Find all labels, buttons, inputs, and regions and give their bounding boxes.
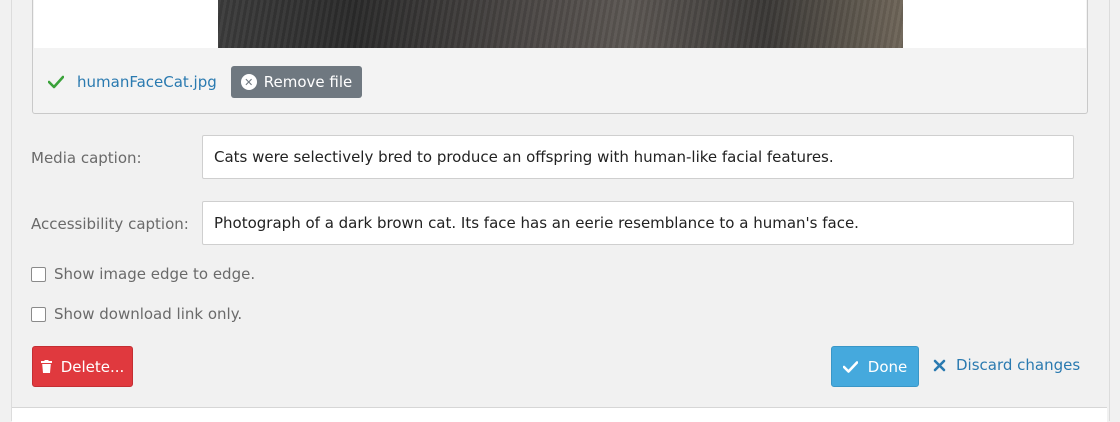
download-only-option[interactable]: Show download link only. bbox=[31, 305, 242, 323]
delete-button[interactable]: Delete... bbox=[32, 346, 133, 387]
remove-file-label: Remove file bbox=[263, 73, 353, 91]
discard-changes-link[interactable]: Discard changes bbox=[933, 356, 1080, 374]
edge-to-edge-option[interactable]: Show image edge to edge. bbox=[31, 265, 255, 283]
edge-to-edge-label: Show image edge to edge. bbox=[54, 265, 256, 283]
done-label: Done bbox=[867, 357, 908, 376]
check-icon bbox=[842, 360, 858, 373]
next-panel-edge bbox=[12, 407, 1107, 422]
image-preview-area bbox=[34, 0, 1086, 48]
media-caption-input[interactable]: Cats were selectively bred to produce an… bbox=[202, 135, 1074, 179]
trash-icon bbox=[40, 360, 52, 373]
file-name-link[interactable]: humanFaceCat.jpg bbox=[77, 73, 217, 91]
download-only-checkbox[interactable] bbox=[31, 306, 46, 322]
download-only-label: Show download link only. bbox=[54, 305, 243, 323]
image-preview bbox=[218, 0, 903, 48]
delete-label: Delete... bbox=[60, 357, 125, 376]
close-icon bbox=[933, 359, 946, 372]
uploaded-file-row: humanFaceCat.jpg ✕ Remove file bbox=[47, 66, 363, 98]
media-caption-label: Media caption: bbox=[31, 149, 142, 167]
done-button[interactable]: Done bbox=[831, 346, 919, 387]
remove-file-button[interactable]: ✕ Remove file bbox=[230, 66, 363, 98]
accessibility-caption-label: Accessibility caption: bbox=[31, 215, 189, 233]
check-icon bbox=[47, 73, 65, 91]
discard-changes-label: Discard changes bbox=[956, 356, 1081, 374]
edge-to-edge-checkbox[interactable] bbox=[31, 266, 46, 282]
file-upload-box: humanFaceCat.jpg ✕ Remove file bbox=[32, 0, 1088, 114]
x-circle-icon: ✕ bbox=[240, 74, 257, 90]
accessibility-caption-input[interactable]: Photograph of a dark brown cat. Its face… bbox=[202, 201, 1074, 245]
